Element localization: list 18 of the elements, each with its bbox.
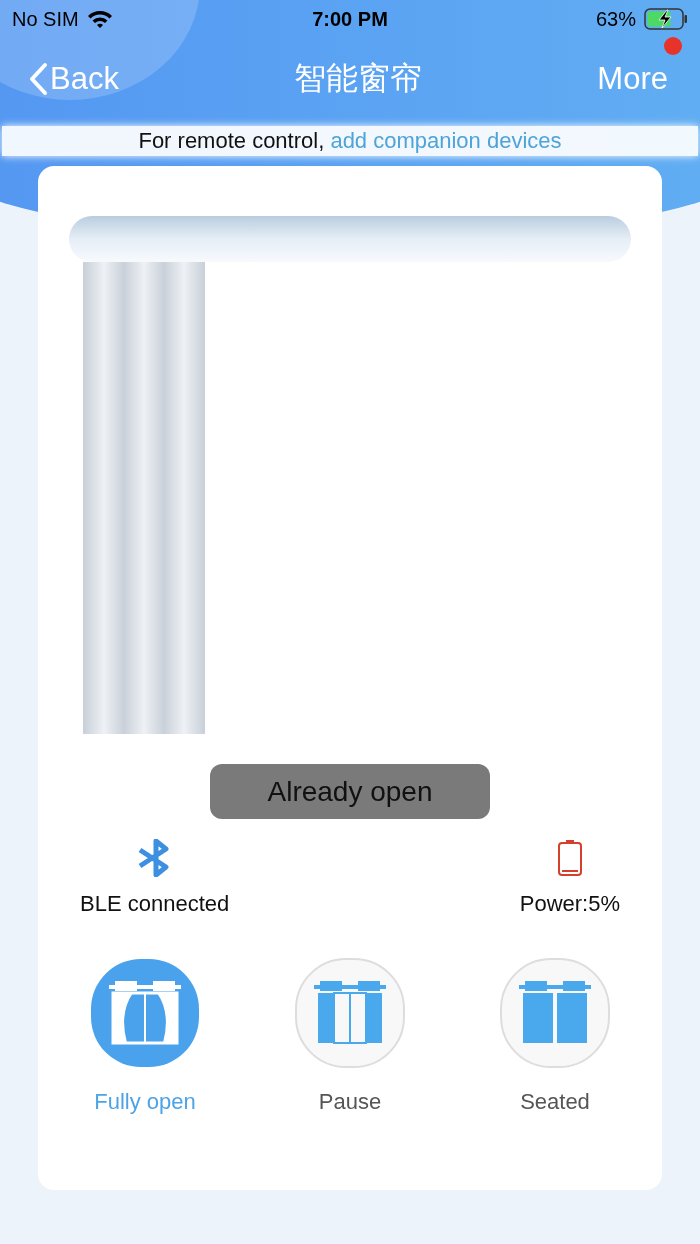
- clock: 7:00 PM: [312, 7, 388, 31]
- connection-status: BLE connected: [80, 891, 230, 917]
- companion-link[interactable]: add companion devices: [330, 128, 562, 153]
- back-button[interactable]: Back: [28, 61, 119, 97]
- back-chevron-icon: [28, 62, 48, 96]
- more-button[interactable]: More: [597, 61, 668, 97]
- notice-text: For remote control, add companion devices: [138, 128, 562, 154]
- mode-button[interactable]: Pause: [275, 957, 425, 1115]
- mode-button[interactable]: Seated: [480, 957, 630, 1115]
- battery-low-icon: [556, 839, 583, 877]
- page-title: 智能窗帘: [294, 59, 423, 98]
- power-level: Power:5%: [519, 891, 620, 917]
- wifi-icon: [86, 9, 113, 29]
- battery-percent: 63%: [595, 7, 636, 31]
- status-toast: Already open: [210, 764, 490, 819]
- battery-charging-icon: [644, 8, 688, 30]
- carrier-label: No SIM: [12, 7, 79, 31]
- mode-button[interactable]: Fully open: [70, 957, 220, 1115]
